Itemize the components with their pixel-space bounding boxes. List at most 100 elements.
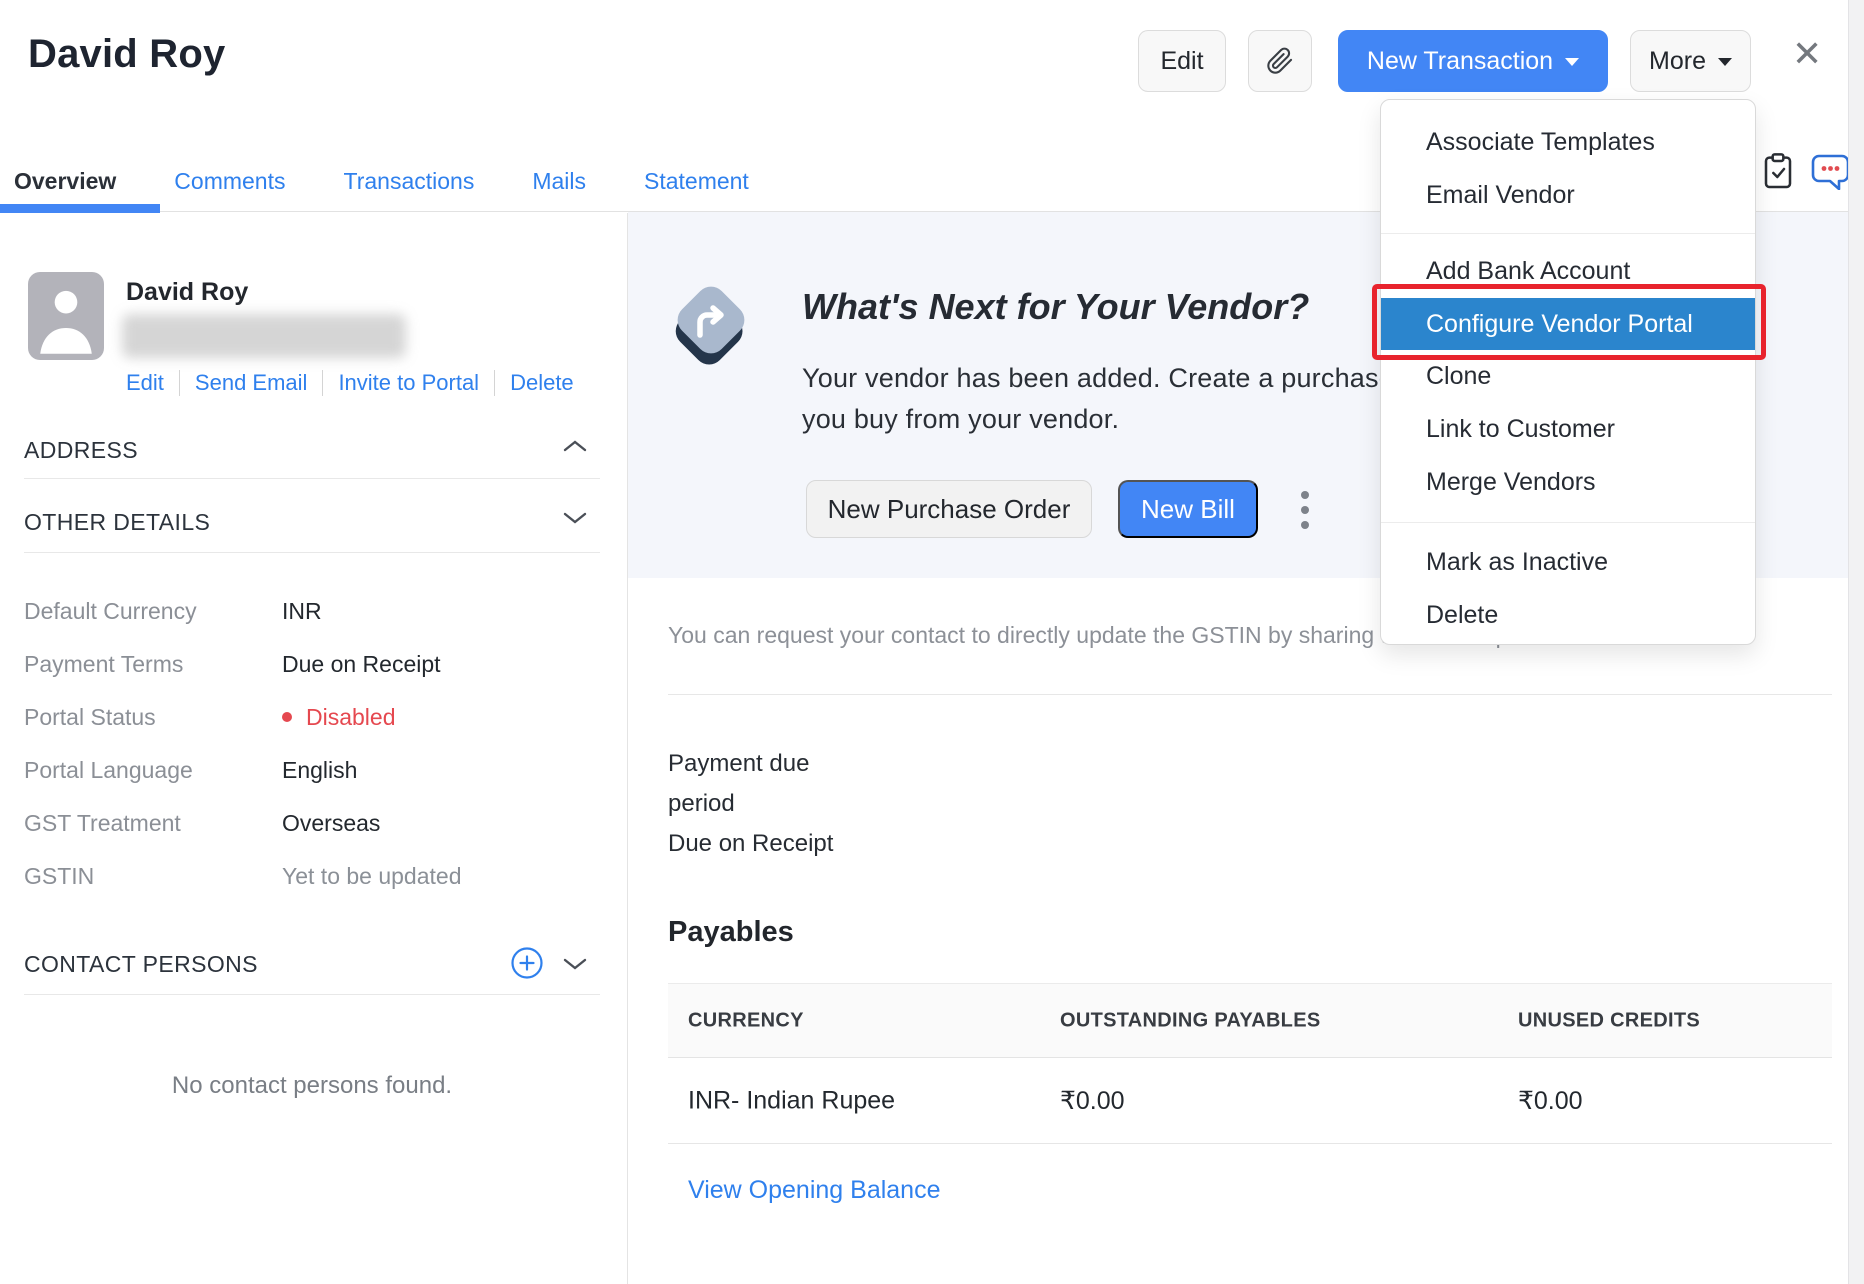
separator bbox=[179, 370, 180, 396]
page-title: David Roy bbox=[28, 32, 225, 77]
divider bbox=[24, 478, 600, 479]
view-opening-balance-link[interactable]: View Opening Balance bbox=[688, 1176, 941, 1205]
column-header-outstanding-payables: OUTSTANDING PAYABLES bbox=[1060, 1009, 1320, 1032]
address-section-label: ADDRESS bbox=[24, 437, 138, 464]
chevron-down-icon bbox=[1565, 58, 1579, 66]
chevron-down-icon[interactable] bbox=[562, 510, 588, 526]
cell-outstanding-payables: ₹0.00 bbox=[1060, 1086, 1125, 1116]
menu-item-mark-as-inactive[interactable]: Mark as Inactive bbox=[1381, 536, 1755, 589]
invite-to-portal-link[interactable]: Invite to Portal bbox=[338, 370, 479, 396]
divider bbox=[24, 994, 600, 995]
detail-value: English bbox=[282, 757, 357, 784]
menu-item-email-vendor[interactable]: Email Vendor bbox=[1381, 169, 1755, 222]
tab-comments[interactable]: Comments bbox=[174, 168, 285, 195]
chevron-down-icon bbox=[1718, 58, 1732, 66]
clipboard-check-icon[interactable] bbox=[1762, 152, 1794, 195]
tab-statement[interactable]: Statement bbox=[644, 168, 749, 195]
cell-unused-credits: ₹0.00 bbox=[1518, 1086, 1583, 1116]
detail-row-portal-status: Portal Status Disabled bbox=[24, 691, 600, 743]
more-dropdown-menu: Associate Templates Email Vendor Add Ban… bbox=[1380, 99, 1756, 645]
redacted-email bbox=[122, 314, 406, 358]
separator bbox=[494, 370, 495, 396]
cell-currency: INR- Indian Rupee bbox=[688, 1086, 895, 1115]
detail-label: Default Currency bbox=[24, 598, 282, 625]
new-purchase-order-label: New Purchase Order bbox=[828, 494, 1071, 525]
comments-icon[interactable] bbox=[1810, 154, 1850, 195]
status-badge: Disabled bbox=[282, 704, 396, 731]
detail-value: Overseas bbox=[282, 810, 380, 837]
new-transaction-button[interactable]: New Transaction bbox=[1338, 30, 1608, 92]
active-tab-underline bbox=[0, 204, 160, 213]
detail-row-gstin: GSTIN Yet to be updated bbox=[24, 850, 600, 902]
detail-value: Yet to be updated bbox=[282, 863, 462, 890]
chevron-up-icon[interactable] bbox=[562, 438, 588, 454]
vendor-details-panel: David Roy Edit New Transaction More ✕ Ov… bbox=[0, 0, 1864, 1284]
menu-item-merge-vendors[interactable]: Merge Vendors bbox=[1381, 456, 1755, 509]
contact-persons-section-label: CONTACT PERSONS bbox=[24, 951, 258, 978]
divider bbox=[1381, 233, 1755, 234]
payables-title: Payables bbox=[668, 916, 794, 949]
detail-value: Due on Receipt bbox=[282, 651, 441, 678]
payment-due-value: Due on Receipt bbox=[668, 830, 833, 857]
new-bill-label: New Bill bbox=[1141, 494, 1235, 525]
new-purchase-order-button[interactable]: New Purchase Order bbox=[806, 480, 1092, 538]
tab-overview[interactable]: Overview bbox=[14, 168, 116, 195]
menu-item-link-to-customer[interactable]: Link to Customer bbox=[1381, 403, 1755, 456]
section-other-details[interactable]: OTHER DETAILS bbox=[24, 504, 600, 540]
scrollbar[interactable] bbox=[1848, 0, 1864, 1284]
column-header-currency: CURRENCY bbox=[688, 1009, 804, 1032]
menu-item-associate-templates[interactable]: Associate Templates bbox=[1381, 116, 1755, 169]
send-email-link[interactable]: Send Email bbox=[195, 370, 308, 396]
empty-contacts-message: No contact persons found. bbox=[24, 1072, 600, 1100]
chevron-down-icon[interactable] bbox=[562, 956, 588, 972]
avatar bbox=[28, 272, 104, 360]
new-bill-button[interactable]: New Bill bbox=[1118, 480, 1258, 538]
banner-text-line2: you buy from your vendor. bbox=[802, 404, 1119, 434]
add-contact-person-button[interactable] bbox=[510, 946, 544, 985]
detail-row-default-currency: Default Currency INR bbox=[24, 585, 600, 637]
paperclip-icon bbox=[1266, 47, 1294, 75]
more-button-label: More bbox=[1649, 47, 1706, 76]
detail-label: Payment Terms bbox=[24, 651, 282, 678]
payment-due-period: Payment due period Due on Receipt bbox=[668, 744, 833, 864]
payment-due-line2: period bbox=[668, 790, 735, 817]
sidebar-edit-link[interactable]: Edit bbox=[126, 370, 164, 396]
vendor-name: David Roy bbox=[126, 278, 248, 307]
payment-due-line1: Payment due bbox=[668, 750, 809, 777]
divider bbox=[24, 552, 600, 553]
other-details-section-label: OTHER DETAILS bbox=[24, 509, 210, 536]
menu-item-delete[interactable]: Delete bbox=[1381, 589, 1755, 642]
table-row: INR- Indian Rupee ₹0.00 ₹0.00 bbox=[668, 1058, 1832, 1144]
menu-item-configure-vendor-portal[interactable]: Configure Vendor Portal bbox=[1381, 298, 1755, 350]
delete-link[interactable]: Delete bbox=[510, 370, 574, 396]
attachment-button[interactable] bbox=[1248, 30, 1312, 92]
detail-label: Portal Status bbox=[24, 704, 282, 731]
tab-mails[interactable]: Mails bbox=[532, 168, 586, 195]
menu-item-clone[interactable]: Clone bbox=[1381, 350, 1755, 403]
payables-table-header: CURRENCY OUTSTANDING PAYABLES UNUSED CRE… bbox=[668, 983, 1832, 1058]
kebab-menu-icon[interactable] bbox=[1292, 484, 1318, 536]
menu-item-add-bank-account[interactable]: Add Bank Account bbox=[1381, 245, 1755, 298]
close-icon[interactable]: ✕ bbox=[1792, 36, 1822, 72]
payables-table: CURRENCY OUTSTANDING PAYABLES UNUSED CRE… bbox=[668, 983, 1832, 1144]
edit-button[interactable]: Edit bbox=[1138, 30, 1226, 92]
detail-label: Portal Language bbox=[24, 757, 282, 784]
tab-transactions[interactable]: Transactions bbox=[344, 168, 475, 195]
divider bbox=[1381, 522, 1755, 523]
detail-label: GSTIN bbox=[24, 863, 282, 890]
edit-button-label: Edit bbox=[1160, 47, 1203, 76]
more-button[interactable]: More bbox=[1630, 30, 1751, 92]
divider bbox=[668, 694, 1832, 695]
detail-row-payment-terms: Payment Terms Due on Receipt bbox=[24, 638, 600, 690]
banner-title: What's Next for Your Vendor? bbox=[802, 286, 1309, 328]
detail-row-portal-language: Portal Language English bbox=[24, 744, 600, 796]
detail-value: INR bbox=[282, 598, 322, 625]
turn-right-arrow-icon bbox=[662, 272, 758, 379]
column-header-unused-credits: UNUSED CREDITS bbox=[1518, 1009, 1700, 1032]
new-transaction-label: New Transaction bbox=[1367, 47, 1553, 76]
detail-label: GST Treatment bbox=[24, 810, 282, 837]
detail-row-gst-treatment: GST Treatment Overseas bbox=[24, 797, 600, 849]
separator bbox=[322, 370, 323, 396]
vendor-quick-actions: Edit Send Email Invite to Portal Delete bbox=[126, 370, 574, 396]
section-address[interactable]: ADDRESS bbox=[24, 432, 600, 468]
